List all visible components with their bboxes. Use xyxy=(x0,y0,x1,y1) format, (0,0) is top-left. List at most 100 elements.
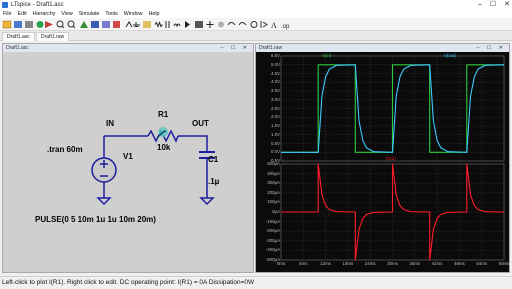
y-tick-label-bottom: 100µA xyxy=(267,199,280,205)
tab-draft1-raw[interactable]: Draft1.raw xyxy=(36,32,70,41)
wire-icon[interactable] xyxy=(125,21,133,28)
status-bar: Left-click to plot I(R1). Right click to… xyxy=(0,276,512,288)
waveform-title-text: Draft1.raw xyxy=(259,45,283,51)
source-value[interactable]: PULSE(0 5 10m 1u 1u 10m 20m) xyxy=(35,215,156,224)
diode-icon[interactable] xyxy=(185,21,190,28)
close-button[interactable]: ✕ xyxy=(504,0,510,10)
menu-window[interactable]: Window xyxy=(121,10,146,18)
net-label-out[interactable]: OUT xyxy=(192,119,209,128)
x-tick-label: 6ms xyxy=(299,261,308,266)
app-icon xyxy=(2,2,8,8)
y-tick-label-top: 3.5V xyxy=(270,88,280,93)
y-tick-label-top: 5.0V xyxy=(270,61,280,67)
y-tick-label-top: 5.5V xyxy=(270,53,280,58)
window-title: LTspice - Draft1.asc xyxy=(11,2,64,8)
x-tick-label: 12ms xyxy=(320,261,331,266)
ground-symbol[interactable] xyxy=(199,197,215,206)
x-tick-label: 0ms xyxy=(276,261,286,266)
toolbar: A .op xyxy=(0,18,512,31)
y-tick-label-top: 4.0V xyxy=(270,79,280,85)
x-tick-label: 54ms xyxy=(476,261,488,266)
tran-directive[interactable]: .tran 60m xyxy=(47,145,83,154)
document-tabs: Draft1.asc Draft1.raw xyxy=(0,31,512,41)
title-bar: LTspice - Draft1.asc – ☐ ✕ xyxy=(0,0,512,10)
rotate-icon[interactable] xyxy=(250,21,258,28)
zoom-out-icon[interactable] xyxy=(67,20,76,29)
mirror-icon[interactable] xyxy=(260,21,268,28)
waveform-viewer[interactable]: 5.5V 5.0V 4.5V 4.0V 3.5V 3.0V 2.5V 2.0V 1.5V 1.0V… xyxy=(256,52,509,272)
menu-edit[interactable]: Edit xyxy=(15,10,30,18)
legend-ic1: I(C1) xyxy=(386,156,396,161)
y-tick-label-top: 2.5V xyxy=(270,105,280,111)
y-tick-label-top: 0.5V xyxy=(270,140,280,146)
y-tick-label-bottom: -200µA xyxy=(265,228,280,234)
svg-text:.op: .op xyxy=(281,24,290,30)
zoom-in-icon[interactable] xyxy=(56,20,65,29)
schematic-title-text: Draft1.asc xyxy=(6,45,29,51)
ground-symbol[interactable] xyxy=(96,197,112,206)
cap-name[interactable]: C1 xyxy=(208,155,218,164)
label-icon[interactable] xyxy=(143,21,151,28)
y-tick-label-bottom: -100µA xyxy=(265,218,280,224)
control-panel-icon[interactable] xyxy=(25,21,33,28)
resistor-value[interactable]: 10k xyxy=(157,143,170,152)
undo-icon[interactable] xyxy=(227,22,236,26)
tab-draft1-asc[interactable]: Draft1.asc xyxy=(2,32,35,41)
minimize-button[interactable]: – xyxy=(478,0,482,10)
component-icon[interactable] xyxy=(195,21,203,28)
legend-vout: V(out) xyxy=(444,53,456,58)
move-icon[interactable] xyxy=(206,21,214,28)
menu-tools[interactable]: Tools xyxy=(102,10,120,18)
autorange-icon[interactable] xyxy=(80,21,88,28)
menu-bar: File Edit Hierarchy View Simulate Tools … xyxy=(0,10,512,18)
menu-view[interactable]: View xyxy=(58,10,75,18)
waveform-window-title: Draft1.raw – ☐ ✕ xyxy=(256,44,509,52)
cascade-icon[interactable] xyxy=(102,21,110,28)
schematic-window-controls[interactable]: – ☐ ✕ xyxy=(221,44,250,52)
close-window-icon[interactable] xyxy=(113,21,120,28)
tile-icon[interactable] xyxy=(91,21,99,28)
maximize-button[interactable]: ☐ xyxy=(490,0,496,10)
y-tick-label-bottom: 0µA xyxy=(272,209,280,214)
y-tick-label-bottom: -400µA xyxy=(265,247,280,253)
resistor-symbol[interactable] xyxy=(147,127,179,143)
capacitor-icon[interactable] xyxy=(165,21,170,28)
wire-out xyxy=(178,135,208,152)
redo-icon[interactable] xyxy=(238,22,247,26)
resistor-name[interactable]: R1 xyxy=(158,110,168,119)
y-tick-label-bottom: 400µA xyxy=(267,170,280,176)
menu-file[interactable]: File xyxy=(0,10,15,18)
source-name[interactable]: V1 xyxy=(123,152,133,161)
net-label-in[interactable]: IN xyxy=(106,119,114,128)
toolbar-icons: A .op xyxy=(2,20,290,30)
resistor-icon[interactable] xyxy=(154,21,163,28)
voltage-source-symbol[interactable] xyxy=(91,157,117,183)
menu-hierarchy[interactable]: Hierarchy xyxy=(30,10,59,18)
drag-icon[interactable] xyxy=(218,21,224,28)
x-tick-label: 24ms xyxy=(364,261,376,266)
window-controls: – ☐ ✕ xyxy=(478,0,510,10)
legend-vin: V(in) xyxy=(322,53,332,58)
text-icon[interactable]: A xyxy=(271,21,277,30)
y-tick-label-top: 0.0V xyxy=(270,149,280,155)
spice-directive-icon[interactable]: .op xyxy=(281,24,290,30)
save-icon[interactable] xyxy=(14,21,22,28)
inductor-icon[interactable] xyxy=(173,23,181,28)
menu-help[interactable]: Help xyxy=(146,10,163,18)
waveform-plots xyxy=(280,55,505,261)
halt-icon[interactable] xyxy=(45,21,53,28)
x-tick-label: 36ms xyxy=(409,261,421,266)
y-tick-label-top: 1.0V xyxy=(270,131,280,137)
schematic-canvas[interactable]: IN OUT R1 10k V1 C1 .1µ .tran 60m PULSE(… xyxy=(3,52,253,272)
y-tick-label-top: 3.0V xyxy=(270,96,280,102)
x-tick-label: 42ms xyxy=(431,261,443,266)
ground-icon[interactable] xyxy=(133,22,140,27)
cap-value[interactable]: .1µ xyxy=(208,177,219,186)
y-tick-label-top: 4.5V xyxy=(270,70,280,76)
y-tick-label-bottom: 500µA xyxy=(267,161,280,166)
waveform-window-controls[interactable]: – ☐ ✕ xyxy=(477,44,506,52)
open-file-icon[interactable] xyxy=(2,20,12,29)
run-icon[interactable] xyxy=(36,21,44,28)
x-tick-label: 18ms xyxy=(342,261,354,266)
menu-simulate[interactable]: Simulate xyxy=(76,10,103,18)
